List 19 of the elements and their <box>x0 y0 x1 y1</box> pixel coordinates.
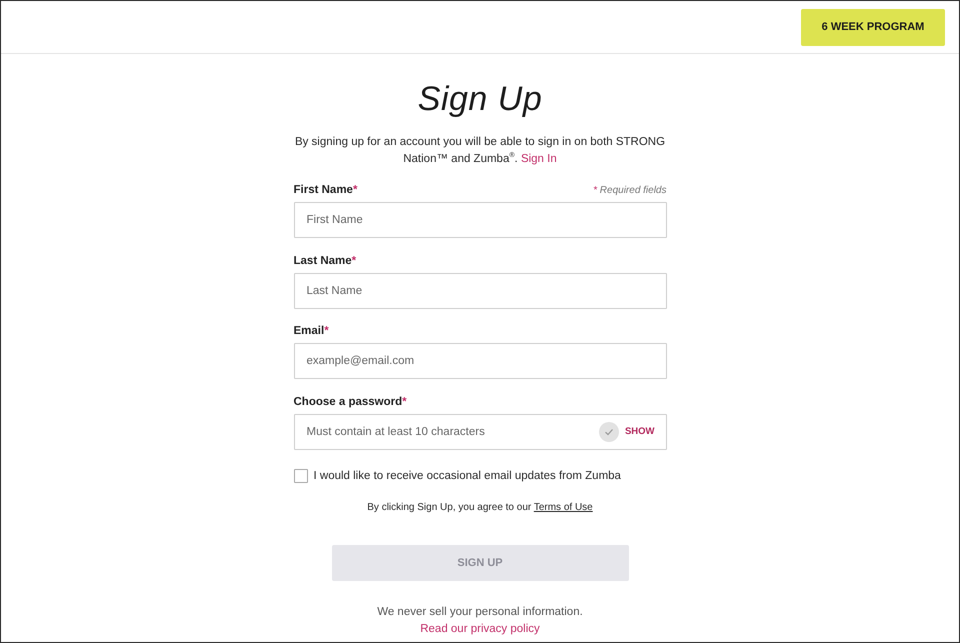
privacy-note: We never sell your personal information. <box>377 605 583 620</box>
email-field[interactable]: example@email.com <box>294 343 666 379</box>
privacy-link[interactable]: Read our privacy policy <box>420 621 540 638</box>
text-field[interactable]: Last Name <box>294 272 666 308</box>
sign-in-link[interactable]: Sign In <box>520 153 557 165</box>
program-button[interactable]: 6 WEEK PROGRAM <box>801 8 945 46</box>
terms-link[interactable]: Terms of Use <box>534 502 593 513</box>
field-label: Email* <box>294 325 329 338</box>
page-title: Sign Up <box>418 79 542 119</box>
checkbox-label: I would like to receive occasional email updates from Zumba <box>314 469 621 483</box>
required-note: * Required fields <box>593 185 666 197</box>
checkbox[interactable] <box>294 469 308 483</box>
field-label: Choose a password* <box>294 396 407 408</box>
text-field[interactable]: First Name <box>294 202 666 238</box>
field-label: Last Name* <box>294 254 356 268</box>
field-label: First Name* <box>294 184 358 197</box>
intro-text: By signing up for an account you will be able to sign in on both STRONG Nation™ and Zumba$^{®}$. Sign In <box>294 135 666 167</box>
terms-text: By clicking Sign Up, you agree to our Terms of Use <box>366 501 594 514</box>
show-password-button[interactable]: SHOW <box>624 424 654 438</box>
